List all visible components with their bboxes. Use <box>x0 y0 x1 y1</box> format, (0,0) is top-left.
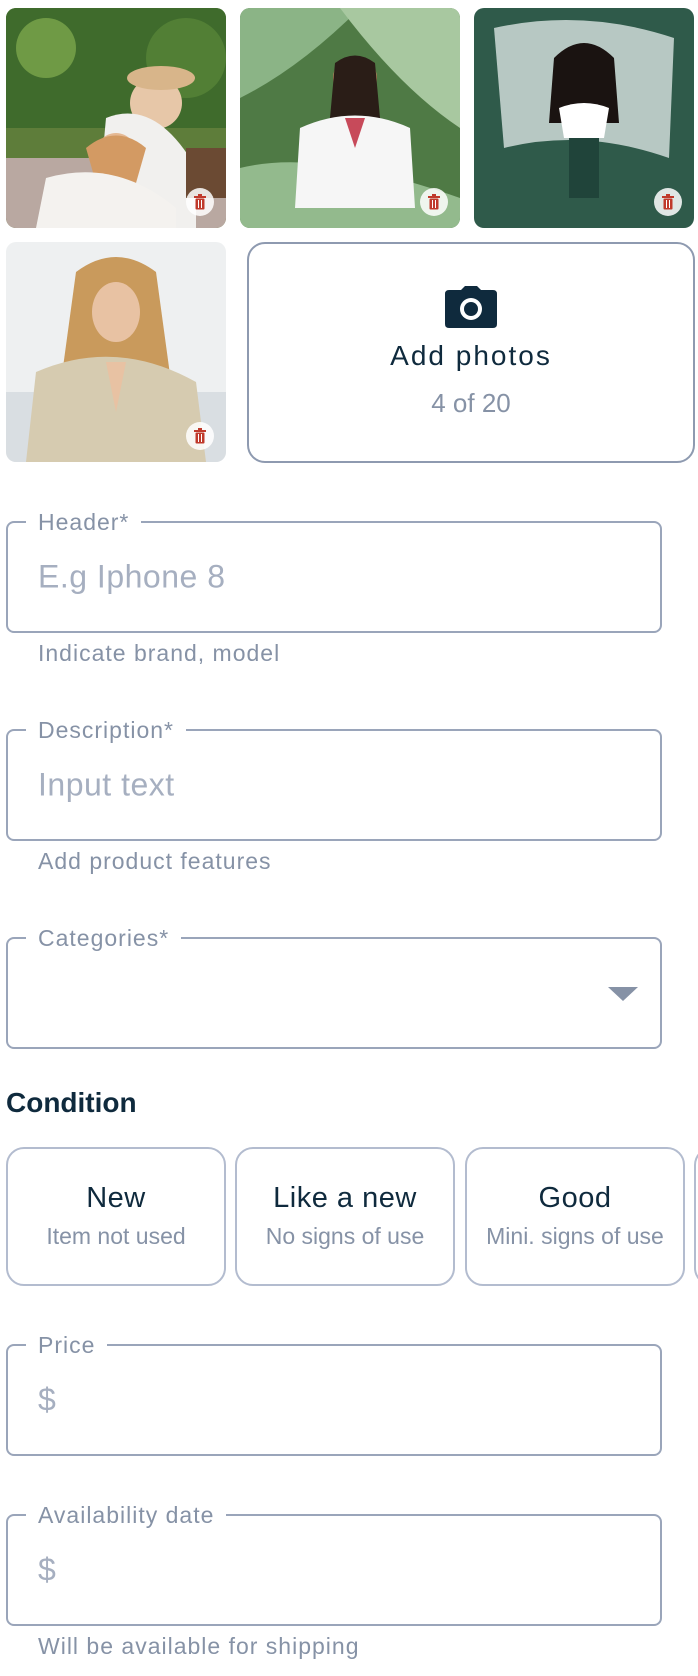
price-field[interactable]: Price $ <box>6 1331 662 1456</box>
camera-icon <box>445 286 497 328</box>
add-photos-button[interactable]: Add photos 4 of 20 <box>247 242 695 463</box>
description-field[interactable]: Description* Input text <box>6 716 662 841</box>
condition-option-title: Good <box>538 1182 612 1214</box>
photo-thumbnail[interactable] <box>6 242 226 462</box>
delete-photo-button[interactable] <box>186 422 214 450</box>
chevron-down-icon[interactable] <box>608 987 638 1001</box>
availability-helper-text: Will be available for shipping <box>38 1633 360 1659</box>
photo-thumbnail[interactable] <box>6 8 226 228</box>
availability-date-field-label: Availability date <box>26 1501 227 1529</box>
trash-icon <box>194 194 206 210</box>
condition-option-title: New <box>86 1182 146 1214</box>
delete-photo-button[interactable] <box>420 188 448 216</box>
trash-icon <box>428 194 440 210</box>
condition-option-title: Like a new <box>273 1182 417 1214</box>
price-field-label: Price <box>26 1331 108 1359</box>
condition-option-new[interactable]: New Item not used <box>6 1147 226 1286</box>
add-photos-label: Add photos <box>390 340 552 371</box>
description-helper-text: Add product features <box>38 848 272 874</box>
photo-count: 4 of 20 <box>431 388 511 418</box>
header-field-label: Header* <box>26 508 142 536</box>
categories-select[interactable]: Categories* <box>6 924 662 1049</box>
header-field[interactable]: Header* E.g Iphone 8 <box>6 508 662 633</box>
condition-title: Condition <box>6 1087 137 1118</box>
delete-photo-button[interactable] <box>654 188 682 216</box>
categories-select-label: Categories* <box>26 924 182 952</box>
condition-option-next[interactable] <box>694 1147 698 1286</box>
condition-option-subtitle: Item not used <box>46 1223 186 1249</box>
availability-date-field[interactable]: Availability date $ <box>6 1501 662 1626</box>
trash-icon <box>194 428 206 444</box>
trash-icon <box>662 194 674 210</box>
header-helper-text: Indicate brand, model <box>38 640 281 666</box>
photo-thumbnail[interactable] <box>240 8 460 228</box>
description-field-label: Description* <box>26 716 186 744</box>
description-field-placeholder: Input text <box>38 766 175 803</box>
condition-option-subtitle: Mini. signs of use <box>486 1223 664 1249</box>
photo-thumbnail[interactable] <box>474 8 694 228</box>
condition-option-good[interactable]: Good Mini. signs of use <box>465 1147 685 1286</box>
price-field-placeholder: $ <box>38 1381 57 1418</box>
condition-option-like-new[interactable]: Like a new No signs of use <box>235 1147 455 1286</box>
availability-date-field-placeholder: $ <box>38 1551 57 1588</box>
delete-photo-button[interactable] <box>186 188 214 216</box>
condition-option-subtitle: No signs of use <box>265 1223 425 1249</box>
header-field-placeholder: E.g Iphone 8 <box>38 558 226 595</box>
